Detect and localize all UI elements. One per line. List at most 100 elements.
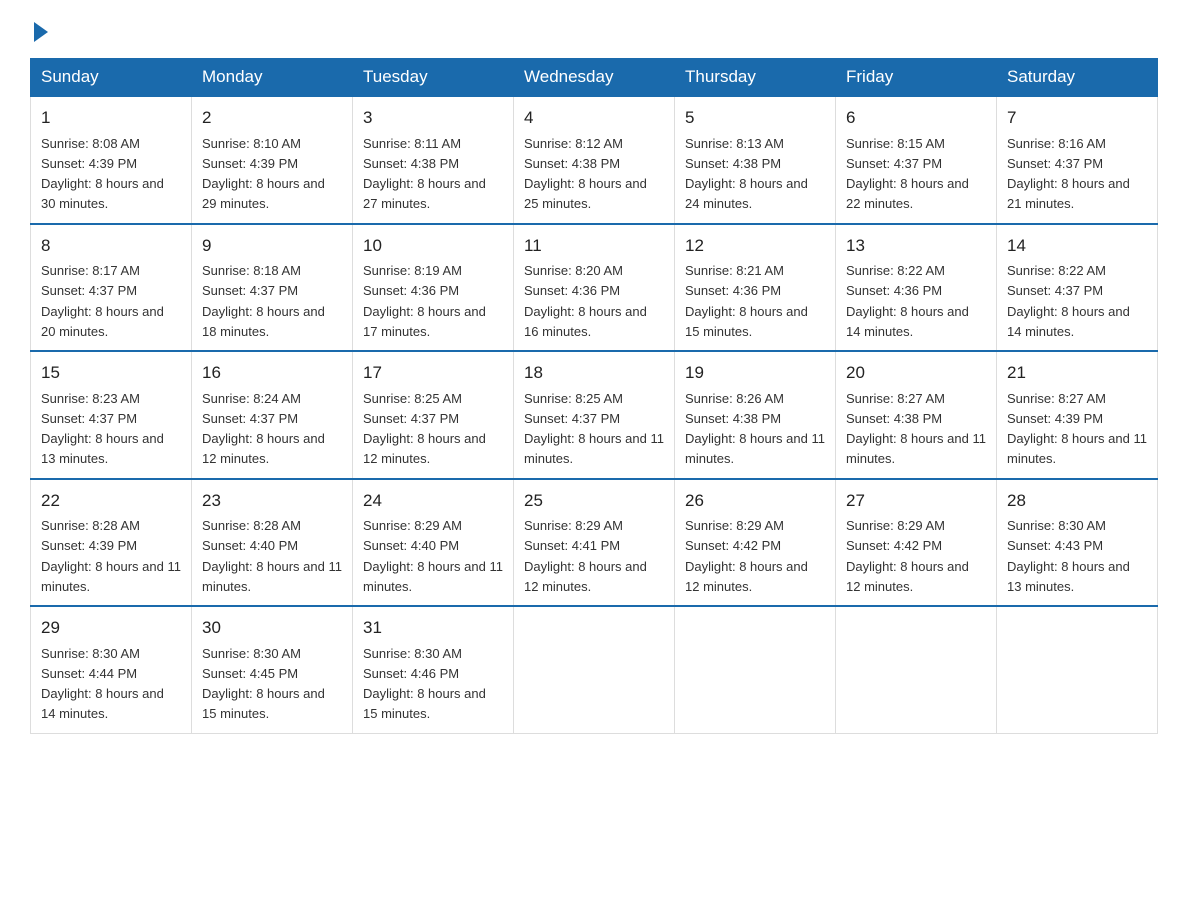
day-info: Sunrise: 8:19 AMSunset: 4:36 PMDaylight:… [363, 263, 486, 339]
day-info: Sunrise: 8:30 AMSunset: 4:43 PMDaylight:… [1007, 518, 1130, 594]
day-cell: 22 Sunrise: 8:28 AMSunset: 4:39 PMDaylig… [31, 479, 192, 607]
day-cell: 30 Sunrise: 8:30 AMSunset: 4:45 PMDaylig… [192, 606, 353, 733]
day-cell: 10 Sunrise: 8:19 AMSunset: 4:36 PMDaylig… [353, 224, 514, 352]
day-cell: 27 Sunrise: 8:29 AMSunset: 4:42 PMDaylig… [836, 479, 997, 607]
day-number: 17 [363, 360, 503, 386]
week-row-1: 1 Sunrise: 8:08 AMSunset: 4:39 PMDayligh… [31, 96, 1158, 224]
calendar-table: SundayMondayTuesdayWednesdayThursdayFrid… [30, 58, 1158, 734]
day-info: Sunrise: 8:28 AMSunset: 4:39 PMDaylight:… [41, 518, 181, 594]
day-number: 10 [363, 233, 503, 259]
day-number: 3 [363, 105, 503, 131]
day-number: 5 [685, 105, 825, 131]
day-cell: 25 Sunrise: 8:29 AMSunset: 4:41 PMDaylig… [514, 479, 675, 607]
day-number: 27 [846, 488, 986, 514]
day-cell: 18 Sunrise: 8:25 AMSunset: 4:37 PMDaylig… [514, 351, 675, 479]
day-number: 25 [524, 488, 664, 514]
day-info: Sunrise: 8:30 AMSunset: 4:44 PMDaylight:… [41, 646, 164, 722]
day-cell: 15 Sunrise: 8:23 AMSunset: 4:37 PMDaylig… [31, 351, 192, 479]
header-monday: Monday [192, 59, 353, 97]
day-number: 20 [846, 360, 986, 386]
week-row-4: 22 Sunrise: 8:28 AMSunset: 4:39 PMDaylig… [31, 479, 1158, 607]
day-info: Sunrise: 8:22 AMSunset: 4:36 PMDaylight:… [846, 263, 969, 339]
day-number: 16 [202, 360, 342, 386]
day-number: 12 [685, 233, 825, 259]
day-cell: 24 Sunrise: 8:29 AMSunset: 4:40 PMDaylig… [353, 479, 514, 607]
day-info: Sunrise: 8:20 AMSunset: 4:36 PMDaylight:… [524, 263, 647, 339]
day-info: Sunrise: 8:18 AMSunset: 4:37 PMDaylight:… [202, 263, 325, 339]
day-info: Sunrise: 8:22 AMSunset: 4:37 PMDaylight:… [1007, 263, 1130, 339]
day-number: 14 [1007, 233, 1147, 259]
logo [30, 20, 48, 38]
day-cell: 28 Sunrise: 8:30 AMSunset: 4:43 PMDaylig… [997, 479, 1158, 607]
day-info: Sunrise: 8:28 AMSunset: 4:40 PMDaylight:… [202, 518, 342, 594]
day-info: Sunrise: 8:27 AMSunset: 4:39 PMDaylight:… [1007, 391, 1147, 467]
day-number: 19 [685, 360, 825, 386]
day-cell: 29 Sunrise: 8:30 AMSunset: 4:44 PMDaylig… [31, 606, 192, 733]
day-cell: 31 Sunrise: 8:30 AMSunset: 4:46 PMDaylig… [353, 606, 514, 733]
day-cell: 6 Sunrise: 8:15 AMSunset: 4:37 PMDayligh… [836, 96, 997, 224]
day-cell: 12 Sunrise: 8:21 AMSunset: 4:36 PMDaylig… [675, 224, 836, 352]
day-info: Sunrise: 8:12 AMSunset: 4:38 PMDaylight:… [524, 136, 647, 212]
day-cell: 9 Sunrise: 8:18 AMSunset: 4:37 PMDayligh… [192, 224, 353, 352]
day-info: Sunrise: 8:29 AMSunset: 4:41 PMDaylight:… [524, 518, 647, 594]
day-number: 7 [1007, 105, 1147, 131]
day-number: 30 [202, 615, 342, 641]
day-info: Sunrise: 8:29 AMSunset: 4:42 PMDaylight:… [685, 518, 808, 594]
day-info: Sunrise: 8:08 AMSunset: 4:39 PMDaylight:… [41, 136, 164, 212]
header-thursday: Thursday [675, 59, 836, 97]
day-number: 13 [846, 233, 986, 259]
day-number: 26 [685, 488, 825, 514]
day-number: 28 [1007, 488, 1147, 514]
day-info: Sunrise: 8:25 AMSunset: 4:37 PMDaylight:… [524, 391, 664, 467]
header-wednesday: Wednesday [514, 59, 675, 97]
day-cell: 21 Sunrise: 8:27 AMSunset: 4:39 PMDaylig… [997, 351, 1158, 479]
day-info: Sunrise: 8:24 AMSunset: 4:37 PMDaylight:… [202, 391, 325, 467]
day-number: 8 [41, 233, 181, 259]
day-info: Sunrise: 8:21 AMSunset: 4:36 PMDaylight:… [685, 263, 808, 339]
day-number: 29 [41, 615, 181, 641]
week-row-3: 15 Sunrise: 8:23 AMSunset: 4:37 PMDaylig… [31, 351, 1158, 479]
day-cell: 20 Sunrise: 8:27 AMSunset: 4:38 PMDaylig… [836, 351, 997, 479]
day-number: 1 [41, 105, 181, 131]
day-number: 11 [524, 233, 664, 259]
header-tuesday: Tuesday [353, 59, 514, 97]
day-cell: 8 Sunrise: 8:17 AMSunset: 4:37 PMDayligh… [31, 224, 192, 352]
day-cell [997, 606, 1158, 733]
day-cell [675, 606, 836, 733]
day-info: Sunrise: 8:27 AMSunset: 4:38 PMDaylight:… [846, 391, 986, 467]
calendar-header-row: SundayMondayTuesdayWednesdayThursdayFrid… [31, 59, 1158, 97]
day-cell: 26 Sunrise: 8:29 AMSunset: 4:42 PMDaylig… [675, 479, 836, 607]
week-row-2: 8 Sunrise: 8:17 AMSunset: 4:37 PMDayligh… [31, 224, 1158, 352]
day-number: 31 [363, 615, 503, 641]
day-info: Sunrise: 8:30 AMSunset: 4:46 PMDaylight:… [363, 646, 486, 722]
day-info: Sunrise: 8:26 AMSunset: 4:38 PMDaylight:… [685, 391, 825, 467]
day-cell: 17 Sunrise: 8:25 AMSunset: 4:37 PMDaylig… [353, 351, 514, 479]
day-number: 9 [202, 233, 342, 259]
day-cell: 1 Sunrise: 8:08 AMSunset: 4:39 PMDayligh… [31, 96, 192, 224]
day-info: Sunrise: 8:13 AMSunset: 4:38 PMDaylight:… [685, 136, 808, 212]
day-info: Sunrise: 8:29 AMSunset: 4:40 PMDaylight:… [363, 518, 503, 594]
day-cell: 2 Sunrise: 8:10 AMSunset: 4:39 PMDayligh… [192, 96, 353, 224]
day-number: 15 [41, 360, 181, 386]
day-info: Sunrise: 8:15 AMSunset: 4:37 PMDaylight:… [846, 136, 969, 212]
header-sunday: Sunday [31, 59, 192, 97]
day-info: Sunrise: 8:11 AMSunset: 4:38 PMDaylight:… [363, 136, 486, 212]
day-info: Sunrise: 8:16 AMSunset: 4:37 PMDaylight:… [1007, 136, 1130, 212]
day-number: 2 [202, 105, 342, 131]
day-cell: 13 Sunrise: 8:22 AMSunset: 4:36 PMDaylig… [836, 224, 997, 352]
header-saturday: Saturday [997, 59, 1158, 97]
day-info: Sunrise: 8:17 AMSunset: 4:37 PMDaylight:… [41, 263, 164, 339]
day-cell: 19 Sunrise: 8:26 AMSunset: 4:38 PMDaylig… [675, 351, 836, 479]
header-friday: Friday [836, 59, 997, 97]
day-number: 4 [524, 105, 664, 131]
day-cell [836, 606, 997, 733]
day-number: 18 [524, 360, 664, 386]
page-header [30, 20, 1158, 38]
day-cell: 5 Sunrise: 8:13 AMSunset: 4:38 PMDayligh… [675, 96, 836, 224]
day-number: 21 [1007, 360, 1147, 386]
day-number: 23 [202, 488, 342, 514]
day-info: Sunrise: 8:30 AMSunset: 4:45 PMDaylight:… [202, 646, 325, 722]
day-info: Sunrise: 8:25 AMSunset: 4:37 PMDaylight:… [363, 391, 486, 467]
week-row-5: 29 Sunrise: 8:30 AMSunset: 4:44 PMDaylig… [31, 606, 1158, 733]
logo-triangle-icon [34, 22, 48, 42]
